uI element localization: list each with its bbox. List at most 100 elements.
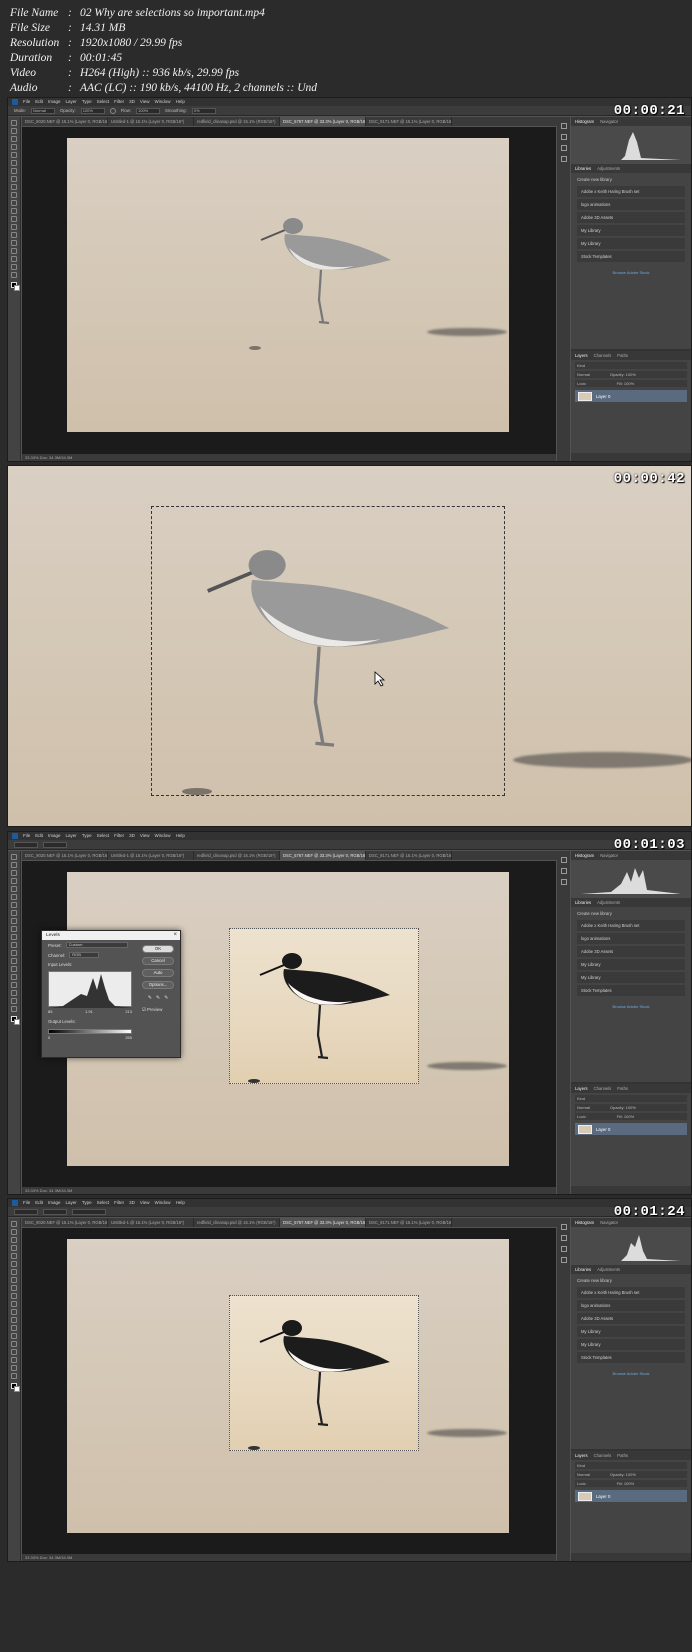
healing-tool-icon[interactable]: [11, 902, 17, 908]
library-item[interactable]: Adobe 3D Assets: [577, 946, 685, 957]
document-tab[interactable]: DSC_9171.NEF @ 15.1% (Layer 0, RGB/16*): [366, 1218, 452, 1227]
close-icon[interactable]: ×: [173, 931, 177, 940]
crop-tool-icon[interactable]: [11, 152, 17, 158]
pen-tool-icon[interactable]: [11, 966, 17, 972]
document-tab[interactable]: DSC_9171.NEF @ 15.1% (Layer 0, RGB/16*): [366, 117, 452, 126]
path-select-tool-icon[interactable]: [11, 1349, 17, 1355]
canvas[interactable]: [22, 1228, 556, 1554]
smoothing-field[interactable]: 0%: [191, 107, 216, 114]
hand-tool-icon[interactable]: [11, 1365, 17, 1371]
menu-filter[interactable]: Filter: [114, 832, 124, 840]
opacity-field[interactable]: 100%: [80, 107, 105, 114]
info-icon[interactable]: [560, 1246, 567, 1252]
quick-select-tool-icon[interactable]: [11, 144, 17, 150]
healing-tool-icon[interactable]: [11, 168, 17, 174]
document-tab[interactable]: DSC_9020.NEF @ 15.1% (Layer 0, RGB/16*): [22, 851, 108, 860]
menu-help[interactable]: Help: [176, 832, 185, 840]
document-tab[interactable]: DSC_5767.NEF @ 33.3% (Layer 0, RGB/16*): [280, 1218, 366, 1227]
library-item[interactable]: Adobe x Keith Haring Brush set: [577, 920, 685, 931]
layer-row[interactable]: Layer 0: [575, 1490, 687, 1502]
channel-select[interactable]: RGB: [69, 952, 100, 958]
document-tab[interactable]: DSC_9020.NEF @ 15.1% (Layer 0, RGB/16*): [22, 117, 108, 126]
document-tab[interactable]: DSC_9020.NEF @ 15.1% (Layer 0, RGB/16*): [22, 1218, 108, 1227]
document-tab[interactable]: DSC_5767.NEF @ 33.3% (Layer 0, RGB/16*): [280, 851, 366, 860]
type-tool-icon[interactable]: [11, 1341, 17, 1347]
library-item[interactable]: Stock Templates: [577, 985, 685, 996]
black-eyedropper-icon[interactable]: ✎: [148, 995, 152, 1001]
menu-layer[interactable]: Layer: [66, 832, 77, 840]
library-item[interactable]: My Library: [577, 1326, 685, 1337]
tab-libraries[interactable]: Libraries: [575, 166, 591, 171]
canvas[interactable]: Levels × Preset: Custom Channel: RGB Inp…: [22, 861, 556, 1187]
play-icon[interactable]: [560, 134, 567, 140]
menu-view[interactable]: View: [140, 1199, 150, 1207]
library-item[interactable]: logo animations: [577, 1300, 685, 1311]
menu-edit[interactable]: Edit: [35, 1199, 43, 1207]
preset-select[interactable]: Custom: [65, 942, 128, 948]
document-tab[interactable]: redfield_clinanap.psd @ 15.1% (RGB/16*): [194, 1218, 280, 1227]
move-tool-icon[interactable]: [11, 120, 17, 126]
gradient-tool-icon[interactable]: [11, 942, 17, 948]
menu-select[interactable]: Select: [97, 98, 110, 106]
dodge-tool-icon[interactable]: [11, 1325, 17, 1331]
document-tab[interactable]: Untitled-1 @ 15.1% (Layer 0, RGB/16*): [108, 117, 194, 126]
play-icon[interactable]: [560, 868, 567, 874]
style-select[interactable]: [43, 1208, 67, 1215]
menu-file[interactable]: File: [23, 832, 30, 840]
document-tab[interactable]: DSC_9171.NEF @ 15.1% (Layer 0, RGB/16*): [366, 851, 452, 860]
library-item[interactable]: Adobe x Keith Haring Brush set: [577, 1287, 685, 1298]
library-item[interactable]: Adobe 3D Assets: [577, 1313, 685, 1324]
library-item[interactable]: My Library: [577, 225, 685, 236]
tab-layers[interactable]: Layers: [575, 1086, 588, 1091]
tab-adjustments[interactable]: Adjustments: [597, 166, 620, 171]
create-library-link[interactable]: Create new library: [571, 907, 691, 918]
menu-type[interactable]: Type: [82, 98, 92, 106]
layer-filter-kind[interactable]: Kind: [575, 1095, 687, 1102]
create-library-link[interactable]: Create new library: [571, 1274, 691, 1285]
zoom-tool-icon[interactable]: [11, 272, 17, 278]
menu-image[interactable]: Image: [48, 832, 61, 840]
quick-select-tool-icon[interactable]: [11, 1245, 17, 1251]
tab-libraries[interactable]: Libraries: [575, 1267, 591, 1272]
brush-tool-icon[interactable]: [11, 1277, 17, 1283]
layer-row[interactable]: Layer 0: [575, 390, 687, 402]
type-tool-icon[interactable]: [11, 974, 17, 980]
tab-channels[interactable]: Channels: [594, 1453, 612, 1458]
menu-window[interactable]: Window: [155, 832, 171, 840]
shape-tool-icon[interactable]: [11, 256, 17, 262]
menu-help[interactable]: Help: [176, 98, 185, 106]
canvas[interactable]: [22, 127, 556, 454]
menu-view[interactable]: View: [140, 98, 150, 106]
adjusted-selection[interactable]: [229, 1295, 419, 1451]
layer-row[interactable]: Layer 0: [575, 1123, 687, 1135]
zoom-tool-icon[interactable]: [11, 1373, 17, 1379]
move-tool-icon[interactable]: [11, 854, 17, 860]
tab-layers[interactable]: Layers: [575, 353, 588, 358]
play-icon[interactable]: [560, 1235, 567, 1241]
menu-help[interactable]: Help: [176, 1199, 185, 1207]
path-select-tool-icon[interactable]: [11, 982, 17, 988]
menu-select[interactable]: Select: [97, 1199, 110, 1207]
flow-field[interactable]: 100%: [136, 107, 160, 114]
layer-fill[interactable]: Fill: 100%: [617, 1114, 635, 1119]
document-tab[interactable]: redfield_clinanap.psd @ 15.1% (RGB/16*): [194, 851, 280, 860]
stamp-tool-icon[interactable]: [11, 918, 17, 924]
create-library-link[interactable]: Create new library: [571, 173, 691, 184]
dodge-tool-icon[interactable]: [11, 958, 17, 964]
healing-tool-icon[interactable]: [11, 1269, 17, 1275]
zoom-tool-icon[interactable]: [11, 1006, 17, 1012]
tab-channels[interactable]: Channels: [594, 1086, 612, 1091]
brush-tool-icon[interactable]: [11, 910, 17, 916]
feather-field[interactable]: [14, 1208, 38, 1215]
menu-3d[interactable]: 3D: [129, 98, 135, 106]
adjusted-selection[interactable]: [229, 928, 419, 1084]
tab-layers[interactable]: Layers: [575, 1453, 588, 1458]
tab-histogram[interactable]: Histogram: [575, 853, 594, 858]
tab-paths[interactable]: Paths: [617, 353, 628, 358]
tab-paths[interactable]: Paths: [617, 1086, 628, 1091]
info-icon[interactable]: [560, 145, 567, 151]
mode-select[interactable]: Normal: [30, 107, 55, 114]
hand-tool-icon[interactable]: [11, 998, 17, 1004]
library-item[interactable]: Adobe 3D Assets: [577, 212, 685, 223]
browse-stock-link[interactable]: Browse Adobe Stock: [571, 270, 691, 275]
